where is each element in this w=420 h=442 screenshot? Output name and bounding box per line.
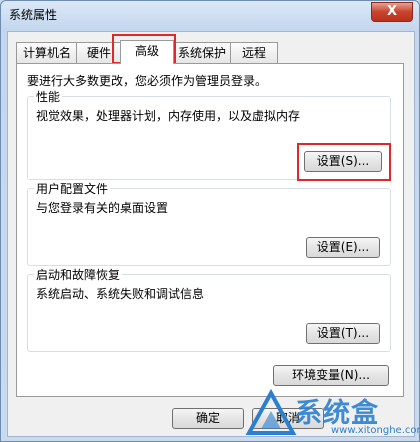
tab-remote[interactable]: 远程: [230, 42, 278, 63]
dialog-body: 计算机名 硬件 高级 系统保护 远程 要进行大多数更改，您必须作为管理员登录。 …: [7, 31, 415, 437]
startup-recovery-desc: 系统启动、系统失败和调试信息: [36, 287, 205, 301]
startup-recovery-title: 启动和故障恢复: [34, 266, 123, 283]
tab-advanced[interactable]: 高级: [120, 40, 174, 64]
tab-hardware[interactable]: 硬件: [76, 42, 122, 63]
admin-notice: 要进行大多数更改，您必须作为管理员登录。: [27, 74, 268, 88]
advanced-tab-panel: 要进行大多数更改，您必须作为管理员登录。 性能 视觉效果，处理器计划，内存使用，…: [16, 63, 404, 397]
watermark-logo: 系统盒 www.xitonghe.com: [245, 388, 420, 439]
user-profile-title: 用户配置文件: [34, 180, 111, 197]
system-properties-window: 系统属性 X 计算机名 硬件 高级 系统保护 远程 要进行大多数更改，您必须作为…: [0, 0, 420, 442]
user-profile-desc: 与您登录有关的桌面设置: [36, 201, 169, 215]
window-title: 系统属性: [9, 8, 58, 22]
startup-recovery-group: 启动和故障恢复 系统启动、系统失败和调试信息 设置(T)...: [27, 266, 391, 352]
title-bar[interactable]: 系统属性 X: [1, 1, 419, 27]
performance-title: 性能: [34, 88, 63, 105]
tab-computer-name[interactable]: 计算机名: [16, 42, 78, 63]
watermark-icon: [245, 388, 297, 435]
performance-desc: 视觉效果，处理器计划，内存使用，以及虚拟内存: [36, 109, 301, 123]
ok-button[interactable]: 确定: [172, 408, 244, 429]
watermark-url: www.xitonghe.com: [331, 425, 420, 436]
user-profile-settings-button[interactable]: 设置(E)...: [306, 237, 380, 258]
user-profile-group: 用户配置文件 与您登录有关的桌面设置 设置(E)...: [27, 180, 391, 266]
tab-system-protection[interactable]: 系统保护: [172, 42, 232, 63]
performance-group: 性能 视觉效果，处理器计划，内存使用，以及虚拟内存 设置(S)...: [27, 88, 391, 180]
close-button[interactable]: X: [371, 2, 413, 22]
performance-settings-button[interactable]: 设置(S)...: [304, 151, 382, 172]
startup-recovery-settings-button[interactable]: 设置(T)...: [306, 323, 380, 344]
environment-variables-button[interactable]: 环境变量(N)...: [273, 365, 389, 386]
